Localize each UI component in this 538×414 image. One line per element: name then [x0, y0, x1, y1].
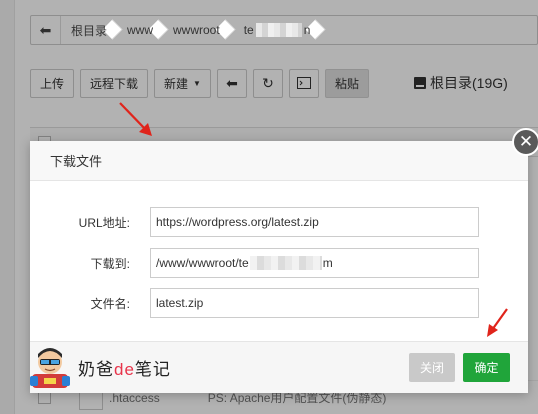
breadcrumb-site-suffix: n	[303, 22, 311, 37]
breadcrumb-site-prefix: te	[243, 22, 254, 37]
watermark: 奶爸de笔记	[28, 343, 171, 391]
url-value: https://wordpress.org/latest.zip	[156, 215, 319, 229]
filename-input[interactable]: latest.zip	[150, 288, 479, 318]
url-label: URL地址:	[78, 215, 130, 230]
filename-label: 文件名:	[90, 296, 130, 311]
dialog-header: 下载文件	[30, 141, 528, 181]
watermark-avatar-icon	[30, 348, 70, 388]
destination-label: 下载到:	[90, 256, 130, 271]
filename-row: 文件名: latest.zip	[30, 288, 528, 318]
url-row: URL地址: https://wordpress.org/latest.zip	[30, 207, 528, 237]
filename-value: latest.zip	[156, 296, 204, 310]
close-icon[interactable]: ✕	[512, 128, 538, 156]
destination-row: 下载到: /www/wwwroot/te m	[30, 248, 528, 278]
redacted-block	[255, 23, 302, 38]
confirm-button[interactable]: 确定	[463, 353, 510, 382]
destination-suffix: m	[322, 256, 333, 270]
close-button[interactable]: 关闭	[409, 353, 455, 382]
dialog-title: 下载文件	[50, 154, 103, 169]
destination-prefix: /www/wwwroot/te	[156, 256, 249, 270]
watermark-text: 奶爸de笔记	[78, 359, 171, 379]
redacted-block	[249, 256, 322, 270]
url-input[interactable]: https://wordpress.org/latest.zip	[150, 207, 479, 237]
destination-input[interactable]: /www/wwwroot/te m	[150, 248, 479, 278]
